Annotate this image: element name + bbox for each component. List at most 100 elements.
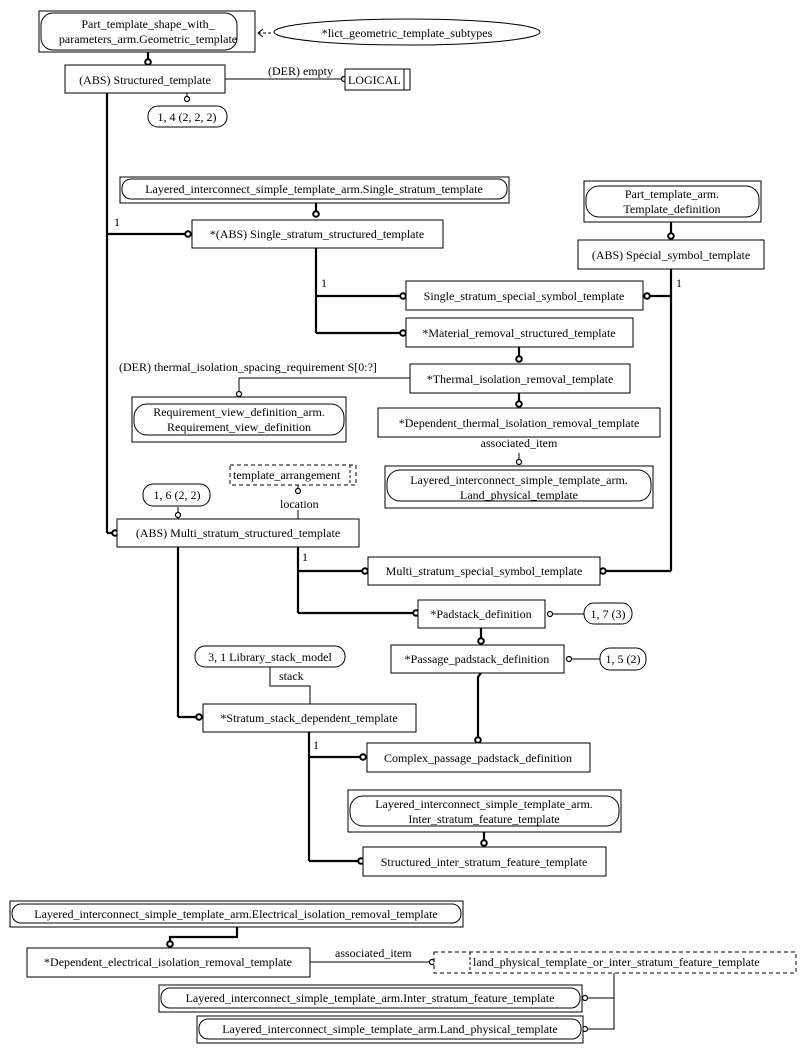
page-ref-1-7[interactable]: 1, 7 (3) — [583, 602, 633, 625]
entity-label: *Passage_padstack_definition — [405, 652, 550, 666]
entity-multi-stratum-structured[interactable]: (ABS) Multi_stratum_structured_template — [116, 518, 360, 548]
cardinality-label: 1 — [313, 738, 319, 752]
type-logical[interactable]: LOGICAL — [344, 68, 411, 91]
branch-circle — [184, 230, 192, 238]
entity-inter-stratum-feature[interactable]: Layered_interconnect_simple_template_arm… — [347, 789, 622, 833]
entity-single-stratum-structured[interactable]: *(ABS) Single_stratum_structured_templat… — [191, 219, 444, 249]
select-circle — [581, 994, 589, 1002]
branch-circle — [361, 567, 369, 575]
ref-label: 3, 1 Library_stack_model — [208, 650, 332, 664]
select-land-or-inter-stratum[interactable]: land_physical_template_or_inter_stratum_… — [433, 951, 797, 974]
entity-land-physical-template[interactable]: Layered_interconnect_simple_template_arm… — [384, 465, 654, 509]
subtype-circle — [667, 232, 675, 240]
entity-padstack-definition[interactable]: *Padstack_definition — [417, 599, 546, 629]
entity-label: Single_stratum_special_symbol_template — [424, 289, 625, 303]
attribute-label: (DER) thermal_isolation_spacing_requirem… — [119, 360, 377, 374]
entity-label: Layered_interconnect_simple_template_arm… — [375, 797, 593, 811]
entity-label: *Thermal_isolation_removal_template — [427, 372, 614, 386]
lict-subtypes-ellipse[interactable]: *lict_geometric_template_subtypes — [273, 18, 541, 46]
subtype-circle — [474, 736, 482, 744]
entity-label: Inter_stratum_feature_template — [408, 812, 559, 826]
entity-electrical-isolation-removal[interactable]: Layered_interconnect_simple_template_arm… — [9, 900, 464, 928]
ref-circle — [546, 610, 554, 618]
entity-label: Layered_interconnect_simple_template_arm… — [186, 991, 555, 1005]
subtype-circle — [515, 355, 523, 363]
entity-label: *Material_removal_structured_template — [422, 326, 615, 340]
entity-label: Layered_interconnect_simple_template_arm… — [222, 1022, 558, 1036]
der-thermal-circle — [235, 390, 243, 398]
cardinality-label: 1 — [676, 276, 682, 290]
entity-multi-stratum-special-symbol[interactable]: Multi_stratum_special_symbol_template — [367, 556, 601, 586]
branch-circle — [599, 567, 607, 575]
subtype-circle — [515, 400, 523, 408]
entity-label: (ABS) Special_symbol_template — [592, 248, 750, 262]
entity-special-symbol-template[interactable]: (ABS) Special_symbol_template — [577, 239, 765, 270]
page-ref-1-4[interactable]: 1, 4 (2, 2, 2) — [147, 105, 228, 128]
type-template-arrangement[interactable]: template_arrangement — [229, 464, 357, 486]
entity-label: Multi_stratum_special_symbol_template — [386, 564, 583, 578]
entity-template-definition[interactable]: Part_template_arm. Template_definition — [583, 180, 762, 223]
branch-circle — [643, 292, 651, 300]
entity-structured-inter-stratum[interactable]: Structured_inter_stratum_feature_templat… — [362, 846, 607, 877]
select-line — [588, 973, 615, 1030]
entity-label: (ABS) Structured_template — [79, 73, 211, 87]
attribute-label: associated_item — [335, 946, 412, 960]
entity-dependent-thermal[interactable]: *Dependent_thermal_isolation_removal_tem… — [377, 407, 661, 438]
subtype-line — [168, 927, 239, 941]
page-ref-library-stack-model[interactable]: 3, 1 Library_stack_model — [194, 645, 346, 668]
entity-label: *Padstack_definition — [430, 607, 531, 621]
attribute-label: location — [280, 497, 319, 511]
cardinality-label: 1 — [321, 276, 327, 290]
ref-circle — [183, 95, 191, 103]
entity-label: Requirement_view_definition — [167, 420, 311, 434]
entity-complex-passage-padstack[interactable]: Complex_passage_padstack_definition — [366, 742, 591, 773]
entity-label: *(ABS) Single_stratum_structured_templat… — [210, 227, 424, 241]
ref-label: 1, 7 (3) — [591, 607, 626, 621]
entity-single-stratum-template[interactable]: Layered_interconnect_simple_template_arm… — [119, 176, 510, 204]
entity-label: Part_template_arm. — [625, 187, 719, 201]
subtype-circle — [166, 940, 174, 948]
entity-geometric-template[interactable]: Part_template_shape_with_ parameters_arm… — [38, 10, 256, 53]
entity-label: Layered_interconnect_simple_template_arm… — [34, 907, 438, 921]
entity-label: Part_template_shape_with_ — [81, 17, 215, 31]
entity-material-removal[interactable]: *Material_removal_structured_template — [405, 317, 634, 348]
entity-label: Layered_interconnect_simple_template_arm… — [145, 182, 483, 196]
entity-passage-padstack[interactable]: *Passage_padstack_definition — [390, 644, 565, 674]
entity-label: *Dependent_electrical_isolation_removal_… — [44, 955, 292, 969]
express-g-diagram: .box { fill: #fff; stroke: #000; stroke-… — [9, 10, 797, 1044]
type-label: template_arrangement — [233, 468, 341, 482]
subtype-line — [476, 672, 482, 738]
page-ref-1-5[interactable]: 1, 5 (2) — [599, 647, 647, 671]
ref-label: 1, 5 (2) — [606, 652, 641, 666]
entity-label: Complex_passage_padstack_definition — [384, 751, 572, 765]
ref-label: 1, 4 (2, 2, 2) — [158, 110, 217, 124]
subtype-circle — [477, 637, 485, 645]
entity-label: *Stratum_stack_dependent_template — [220, 711, 397, 725]
entity-thermal-isolation-removal[interactable]: *Thermal_isolation_removal_template — [409, 363, 631, 394]
entity-single-stratum-special-symbol[interactable]: Single_stratum_special_symbol_template — [405, 280, 644, 311]
entity-structured-template[interactable]: (ABS) Structured_template — [64, 64, 226, 94]
entity-inter-stratum-feature-ref[interactable]: Layered_interconnect_simple_template_arm… — [158, 984, 583, 1013]
page-ref-1-6[interactable]: 1, 6 (2, 2) — [142, 483, 211, 507]
entity-label: Requirement_view_definition_arm. — [153, 405, 325, 419]
subtype-circle — [312, 210, 320, 218]
entity-dependent-electrical[interactable]: *Dependent_electrical_isolation_removal_… — [26, 947, 311, 978]
entity-requirement-view-definition[interactable]: Requirement_view_definition_arm. Require… — [131, 396, 347, 443]
der-thermal-line — [238, 377, 410, 391]
cardinality-label: 1 — [114, 215, 120, 229]
subtype-circle — [144, 58, 152, 66]
branch-circle — [399, 292, 407, 300]
entity-land-physical-ref[interactable]: Layered_interconnect_simple_template_arm… — [196, 1015, 584, 1044]
attribute-label: associated_item — [481, 436, 558, 450]
entity-label: *Dependent_thermal_isolation_removal_tem… — [399, 416, 640, 430]
ref-circle — [174, 511, 182, 519]
location-circle — [294, 487, 302, 495]
subtype-circle — [480, 839, 488, 847]
ref-circle — [565, 655, 573, 663]
branch-circle — [359, 753, 367, 761]
assoc-circle — [515, 458, 523, 466]
entity-stratum-stack-dependent[interactable]: *Stratum_stack_dependent_template — [202, 703, 417, 733]
entity-label: parameters_arm.Geometric_template — [59, 32, 237, 46]
entity-label: Layered_interconnect_simple_template_arm… — [410, 473, 628, 487]
attribute-label: (DER) empty — [268, 64, 333, 78]
